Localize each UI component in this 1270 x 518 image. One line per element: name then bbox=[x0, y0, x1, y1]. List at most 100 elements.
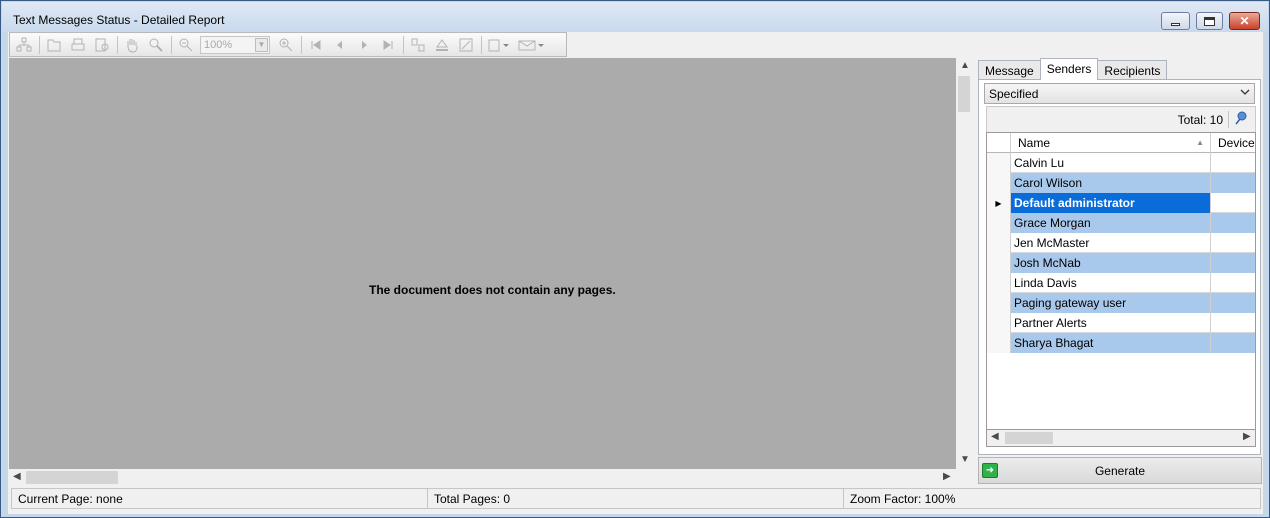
cell-name[interactable]: Grace Morgan bbox=[1011, 213, 1211, 233]
cell-device[interactable] bbox=[1211, 253, 1255, 273]
last-page-icon[interactable] bbox=[378, 35, 398, 55]
arrow-right-icon: ➜ bbox=[982, 463, 998, 478]
status-current-page: Current Page: none bbox=[11, 488, 428, 509]
tab-senders[interactable]: Senders bbox=[1039, 58, 1099, 80]
column-header-name[interactable]: Name ▲ bbox=[1011, 133, 1211, 153]
maximize-button[interactable] bbox=[1196, 12, 1223, 30]
sender-filter-value: Specified bbox=[989, 87, 1039, 101]
chevron-down-icon bbox=[1240, 87, 1250, 100]
cell-device[interactable] bbox=[1211, 333, 1255, 353]
tab-message[interactable]: Message bbox=[978, 60, 1041, 80]
empty-document-message: The document does not contain any pages. bbox=[369, 283, 616, 297]
generate-button[interactable]: ➜ Generate bbox=[978, 457, 1262, 484]
chevron-down-icon[interactable]: ▼ bbox=[255, 37, 268, 52]
first-page-icon[interactable] bbox=[306, 35, 326, 55]
hand-tool-icon[interactable] bbox=[122, 35, 142, 55]
cell-name[interactable]: Carol Wilson bbox=[1011, 173, 1211, 193]
export-icon[interactable] bbox=[486, 35, 512, 55]
row-selector[interactable]: ▶ bbox=[987, 193, 1011, 213]
zoom-out-icon[interactable] bbox=[176, 35, 196, 55]
table-row[interactable]: ▶ Default administrator bbox=[987, 193, 1255, 213]
side-panel-tabs: Message Senders Recipients bbox=[978, 58, 1168, 80]
row-selector[interactable] bbox=[987, 333, 1011, 353]
table-row[interactable]: Jen McMaster bbox=[987, 233, 1255, 253]
sort-ascending-icon: ▲ bbox=[1196, 138, 1204, 147]
grid-horizontal-scrollbar[interactable]: ◀ ▶ bbox=[986, 430, 1256, 447]
row-selector[interactable] bbox=[987, 253, 1011, 273]
scroll-right-icon[interactable]: ▶ bbox=[943, 471, 951, 482]
toolbar-separator bbox=[301, 35, 302, 54]
table-row[interactable]: Carol Wilson bbox=[987, 173, 1255, 193]
zoom-in-icon[interactable] bbox=[276, 35, 296, 55]
cell-name[interactable]: Josh McNab bbox=[1011, 253, 1211, 273]
cell-name[interactable]: Sharya Bhagat bbox=[1011, 333, 1211, 353]
table-row[interactable]: Paging gateway user bbox=[987, 293, 1255, 313]
scroll-down-icon[interactable]: ▼ bbox=[960, 454, 970, 465]
row-selector[interactable] bbox=[987, 233, 1011, 253]
cell-device[interactable] bbox=[1211, 273, 1255, 293]
sender-filter-dropdown[interactable]: Specified bbox=[984, 83, 1255, 104]
column-header-name-label: Name bbox=[1018, 136, 1051, 150]
close-button[interactable]: ✕ bbox=[1229, 12, 1260, 30]
document-map-icon[interactable] bbox=[14, 35, 34, 55]
row-selector[interactable] bbox=[987, 213, 1011, 233]
cell-name[interactable]: Partner Alerts bbox=[1011, 313, 1211, 333]
watermark-icon[interactable] bbox=[456, 35, 476, 55]
table-row[interactable]: Linda Davis bbox=[987, 273, 1255, 293]
tab-recipients[interactable]: Recipients bbox=[1097, 60, 1168, 80]
row-selector[interactable] bbox=[987, 273, 1011, 293]
next-page-icon[interactable] bbox=[354, 35, 374, 55]
senders-grid: Name ▲ Device Calvin Lu Carol Wilson ▶ Defa… bbox=[986, 132, 1256, 430]
scroll-right-icon[interactable]: ▶ bbox=[1243, 431, 1251, 442]
toolbar-separator bbox=[403, 35, 404, 54]
multiple-pages-icon[interactable] bbox=[408, 35, 428, 55]
scroll-up-icon[interactable]: ▲ bbox=[960, 60, 970, 71]
cell-device[interactable] bbox=[1211, 193, 1255, 213]
column-header-device[interactable]: Device bbox=[1211, 133, 1255, 153]
horizontal-scroll-thumb[interactable] bbox=[26, 471, 118, 484]
open-icon[interactable] bbox=[44, 35, 64, 55]
cell-device[interactable] bbox=[1211, 173, 1255, 193]
status-total-pages: Total Pages: 0 bbox=[427, 488, 844, 509]
pin-icon[interactable] bbox=[1234, 111, 1248, 125]
current-row-icon: ▶ bbox=[995, 198, 1002, 208]
table-row[interactable]: Grace Morgan bbox=[987, 213, 1255, 233]
print-preview-icon[interactable] bbox=[92, 35, 112, 55]
cell-device[interactable] bbox=[1211, 153, 1255, 173]
table-row[interactable]: Partner Alerts bbox=[987, 313, 1255, 333]
background-color-icon[interactable] bbox=[432, 35, 452, 55]
row-selector[interactable] bbox=[987, 313, 1011, 333]
row-selector[interactable] bbox=[987, 293, 1011, 313]
cell-name[interactable]: Default administrator bbox=[1011, 193, 1211, 213]
close-icon: ✕ bbox=[1239, 14, 1250, 28]
scroll-left-icon[interactable]: ◀ bbox=[991, 431, 999, 442]
cell-name[interactable]: Jen McMaster bbox=[1011, 233, 1211, 253]
cell-name[interactable]: Linda Davis bbox=[1011, 273, 1211, 293]
table-row[interactable]: Sharya Bhagat bbox=[987, 333, 1255, 353]
cell-device[interactable] bbox=[1211, 313, 1255, 333]
cell-device[interactable] bbox=[1211, 293, 1255, 313]
title-bar: Text Messages Status - Detailed Report ✕ bbox=[2, 2, 1268, 32]
minimize-button[interactable] bbox=[1161, 12, 1190, 30]
previous-page-icon[interactable] bbox=[330, 35, 350, 55]
cell-name[interactable]: Paging gateway user bbox=[1011, 293, 1211, 313]
magnifier-icon[interactable] bbox=[146, 35, 166, 55]
document-viewer[interactable]: The document does not contain any pages. bbox=[9, 58, 956, 469]
document-vertical-scrollbar[interactable]: ▲ ▼ bbox=[956, 58, 973, 469]
cell-device[interactable] bbox=[1211, 233, 1255, 253]
print-icon[interactable] bbox=[68, 35, 88, 55]
document-horizontal-scrollbar[interactable]: ◀ ▶ bbox=[9, 469, 956, 486]
status-bar: Current Page: none Total Pages: 0 Zoom F… bbox=[9, 486, 1261, 510]
cell-device[interactable] bbox=[1211, 213, 1255, 233]
zoom-combo[interactable]: 100% ▼ bbox=[200, 35, 270, 54]
row-selector[interactable] bbox=[987, 153, 1011, 173]
cell-name[interactable]: Calvin Lu bbox=[1011, 153, 1211, 173]
table-row[interactable]: Calvin Lu bbox=[987, 153, 1255, 173]
email-icon[interactable] bbox=[516, 35, 546, 55]
row-selector[interactable] bbox=[987, 173, 1011, 193]
minimize-icon bbox=[1171, 22, 1180, 26]
table-row[interactable]: Josh McNab bbox=[987, 253, 1255, 273]
vertical-scroll-thumb[interactable] bbox=[958, 76, 970, 112]
scroll-left-icon[interactable]: ◀ bbox=[13, 471, 21, 482]
grid-scroll-thumb[interactable] bbox=[1005, 432, 1053, 444]
